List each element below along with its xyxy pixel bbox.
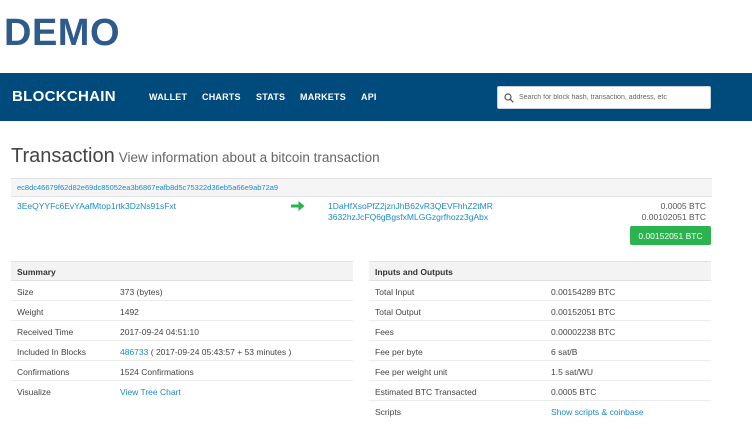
- nav-stats[interactable]: STATS: [256, 92, 285, 102]
- row-label: Confirmations: [17, 367, 70, 377]
- nav-wallet[interactable]: WALLET: [149, 92, 187, 102]
- row-label: Received Time: [17, 327, 74, 337]
- block-time: ( 2017-09-24 05:43:57 + 53 minutes ): [150, 347, 292, 357]
- io-heading: Inputs and Outputs: [369, 261, 711, 281]
- table-row: Size 373 (bytes): [11, 281, 353, 301]
- input-address-link[interactable]: 3EeQYYFc6EvYAafMtop1rtk3DzNs91sFxt: [17, 201, 176, 211]
- page-title: Transaction View information about a bitc…: [11, 145, 380, 168]
- nav-api[interactable]: API: [361, 92, 377, 102]
- table-row: Included In Blocks 486733 ( 2017-09-24 0…: [11, 341, 353, 361]
- row-label: Visualize: [17, 387, 51, 397]
- view-tree-chart-link[interactable]: View Tree Chart: [120, 387, 181, 397]
- row-label: Weight: [17, 307, 44, 317]
- inputs-outputs-table: Inputs and Outputs Total Input 0.0015428…: [369, 261, 711, 421]
- table-row: Confirmations 1524 Confirmations: [11, 361, 353, 381]
- nav-markets[interactable]: MARKETS: [300, 92, 346, 102]
- table-row: Total Output 0.00152051 BTC: [369, 301, 711, 321]
- top-navbar: BLOCKCHAIN WALLET CHARTS STATS MARKETS A…: [0, 73, 752, 121]
- row-value: 373 (bytes): [120, 287, 163, 297]
- row-label: Total Output: [375, 307, 421, 317]
- row-value: 0.00154289 BTC: [551, 287, 616, 297]
- title-main: Transaction: [11, 145, 115, 167]
- row-label: Scripts: [375, 407, 401, 417]
- summary-heading: Summary: [11, 261, 353, 281]
- output-address-link-2[interactable]: 3632hzJcFQ6gBgsfxMLGGzgrfhozz3gAbx: [328, 212, 488, 222]
- table-row: Fee per weight unit 1.5 sat/WU: [369, 361, 711, 381]
- table-row: Total Input 0.00154289 BTC: [369, 281, 711, 301]
- row-label: Fee per byte: [375, 347, 423, 357]
- row-label: Included In Blocks: [17, 347, 86, 357]
- search-icon: [504, 92, 514, 103]
- row-label: Estimated BTC Transacted: [375, 387, 477, 397]
- total-amount-button[interactable]: 0.00152051 BTC: [630, 226, 711, 245]
- table-row: Weight 1492: [11, 301, 353, 321]
- row-value: 0.00152051 BTC: [551, 307, 616, 317]
- search-input[interactable]: [519, 94, 709, 101]
- summary-table: Summary Size 373 (bytes) Weight 1492 Rec…: [11, 261, 353, 401]
- output-address-link-1[interactable]: 1DaHfXsoPfZ2jznJhB62vR3QEVFhhZ2tMR: [328, 201, 493, 211]
- search-box[interactable]: [497, 86, 711, 109]
- arrow-right-icon: [291, 201, 305, 211]
- output-amount-1: 0.0005 BTC: [660, 201, 706, 211]
- table-row: Visualize View Tree Chart: [11, 381, 353, 401]
- output-amount-2: 0.00102051 BTC: [641, 212, 706, 222]
- table-row: Fee per byte 6 sat/B: [369, 341, 711, 361]
- nav-charts[interactable]: CHARTS: [202, 92, 241, 102]
- row-value: 1524 Confirmations: [120, 367, 194, 377]
- row-value: 2017-09-24 04:51:10: [120, 327, 199, 337]
- row-value: 486733 ( 2017-09-24 05:43:57 + 53 minute…: [120, 347, 291, 357]
- block-height-link[interactable]: 486733: [120, 347, 148, 357]
- row-value: 6 sat/B: [551, 347, 578, 357]
- row-label: Total Input: [375, 287, 415, 297]
- table-row: Scripts Show scripts & coinbase: [369, 401, 711, 421]
- page-subtitle: View information about a bitcoin transac…: [118, 150, 380, 165]
- table-row: Estimated BTC Transacted 0.0005 BTC: [369, 381, 711, 401]
- tx-hash-link[interactable]: ec8dc46679f62d82e69dc85052ea3b6867eafb8d…: [17, 183, 278, 192]
- row-value: 1492: [120, 307, 139, 317]
- row-value: 1.5 sat/WU: [551, 367, 594, 377]
- demo-watermark: DEMO: [4, 12, 120, 54]
- tx-hash-bar: ec8dc46679f62d82e69dc85052ea3b6867eafb8d…: [11, 178, 712, 197]
- row-value: 0.00002238 BTC: [551, 327, 616, 337]
- table-row: Fees 0.00002238 BTC: [369, 321, 711, 341]
- table-row: Received Time 2017-09-24 04:51:10: [11, 321, 353, 341]
- row-label: Size: [17, 287, 34, 297]
- brand-logo[interactable]: BLOCKCHAIN: [12, 88, 116, 105]
- row-label: Fees: [375, 327, 394, 337]
- row-label: Fee per weight unit: [375, 367, 448, 377]
- row-value: 0.0005 BTC: [551, 387, 597, 397]
- show-scripts-link[interactable]: Show scripts & coinbase: [551, 407, 644, 417]
